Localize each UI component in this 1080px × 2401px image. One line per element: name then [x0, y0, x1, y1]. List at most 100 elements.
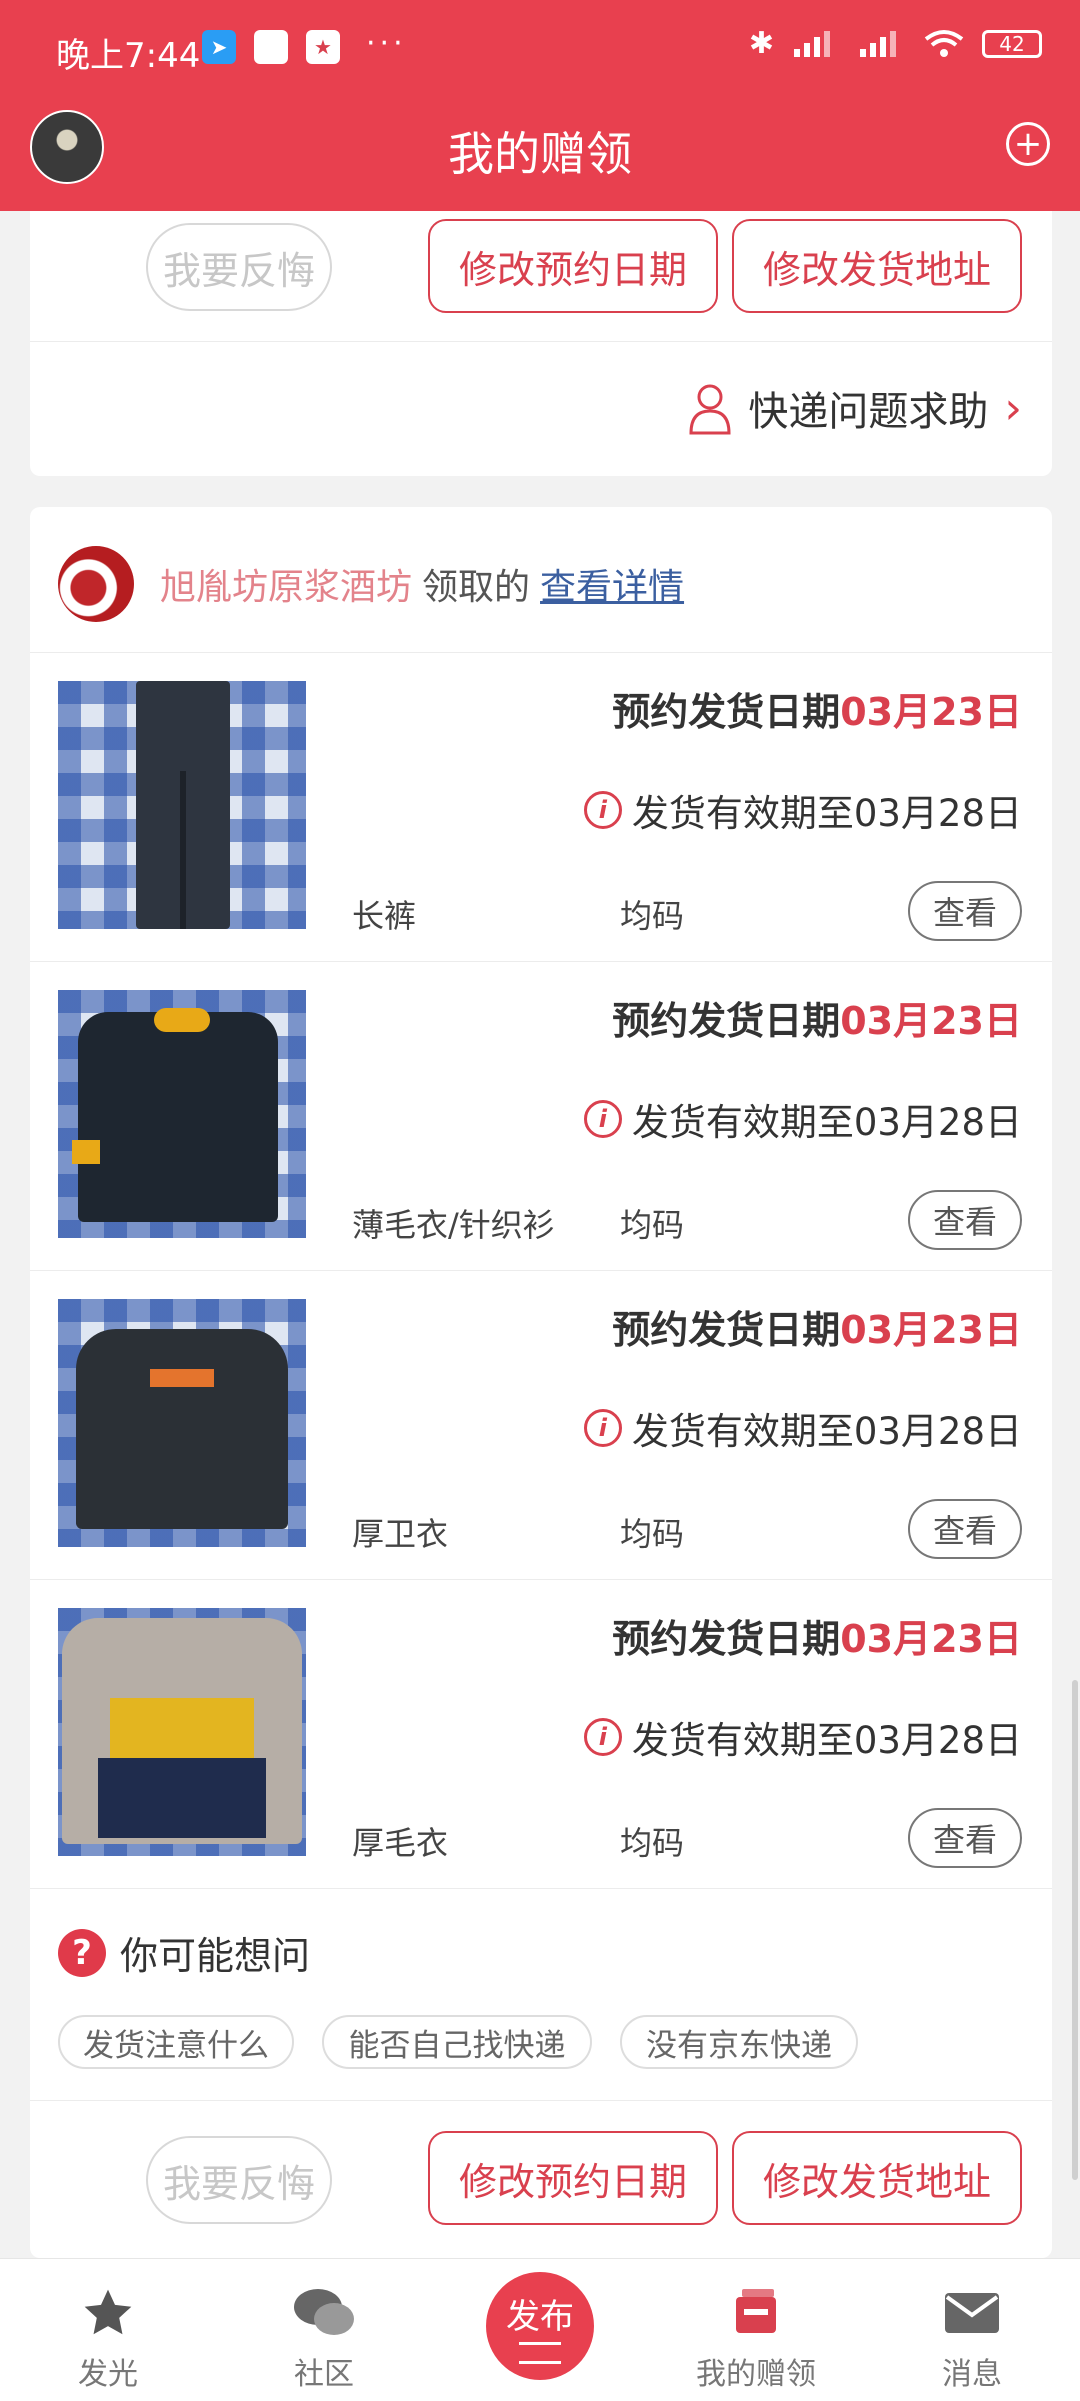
ship-date: 预约发货日期03月23日: [612, 1299, 1022, 1354]
valid-until: i 发货有效期至03月28日: [583, 1401, 1022, 1455]
change-address-button[interactable]: 修改发货地址: [732, 219, 1022, 313]
tab-shine-label: 发光: [78, 2357, 138, 2392]
change-date-button[interactable]: 修改预约日期: [428, 219, 718, 313]
valid-text: 发货有效期至03月28日: [631, 1101, 1022, 1144]
change-address-button[interactable]: 修改发货地址: [732, 2131, 1022, 2225]
ship-date-value: 03月23日: [840, 999, 1022, 1043]
ship-date-label: 预约发货日期: [612, 1308, 841, 1352]
faq-chip[interactable]: 没有京东快递: [620, 2015, 858, 2069]
sender-logo[interactable]: [58, 546, 134, 622]
valid-until: i 发货有效期至03月28日: [583, 1710, 1022, 1764]
item-category: 厚毛衣: [352, 1824, 449, 1862]
bluetooth-icon: ✱: [748, 26, 774, 61]
view-button[interactable]: 查看: [908, 1808, 1022, 1868]
sweater-navy-block: [98, 1758, 266, 1838]
item-category: 厚卫衣: [352, 1515, 449, 1553]
info-icon: i: [583, 791, 622, 829]
ship-date: 预约发货日期03月23日: [612, 990, 1022, 1045]
list-item: 预约发货日期03月23日 i 发货有效期至03月28日 厚毛衣 均码 查看: [30, 1580, 1052, 1888]
item-category: 薄毛衣/针织衫: [352, 1206, 555, 1244]
hoodie-logo: [150, 1369, 214, 1387]
tab-my-gifts-label: 我的赠领: [696, 2357, 816, 2392]
ship-date-value: 03月23日: [840, 1617, 1022, 1661]
divider: [30, 1888, 1052, 1889]
sweater-collar: [154, 1008, 210, 1032]
messenger-app-icon: ➤: [202, 30, 236, 64]
view-button[interactable]: 查看: [908, 1499, 1022, 1559]
tab-community[interactable]: 社区: [244, 2259, 404, 2401]
more-notifications-icon: ···: [366, 26, 407, 61]
question-icon: ?: [58, 1928, 106, 1977]
sweater-image: [78, 1012, 278, 1222]
battery-icon: 42: [982, 29, 1042, 58]
nav-bar: 我的赠领 +: [0, 100, 1080, 211]
valid-text: 发货有效期至03月28日: [631, 1719, 1022, 1762]
view-button[interactable]: 查看: [908, 1190, 1022, 1250]
chat-bubbles-icon: [294, 2289, 354, 2335]
sender-name[interactable]: 旭胤坊原浆酒坊: [160, 558, 412, 610]
page-title: 我的赠领: [448, 127, 632, 181]
valid-until: i 发货有效期至03月28日: [583, 1092, 1022, 1146]
hd-signal-icon: [860, 30, 896, 57]
item-size: 均码: [620, 1206, 685, 1244]
list-item: 预约发货日期03月23日 i 发货有效期至03月28日 薄毛衣/针织衫 均码 查看: [30, 962, 1052, 1270]
list-item: 预约发货日期03月23日 i 发货有效期至03月28日 厚卫衣 均码 查看: [30, 1271, 1052, 1579]
person-icon: [689, 384, 731, 435]
view-button[interactable]: 查看: [908, 881, 1022, 941]
item-size: 均码: [620, 1515, 685, 1553]
valid-text: 发货有效期至03月28日: [631, 1410, 1022, 1453]
publish-button[interactable]: 发布: [486, 2272, 594, 2380]
status-bar: 晚上7:44 ➤ ● ★ ··· ✱ 42: [0, 0, 1080, 100]
change-date-button[interactable]: 修改预约日期: [428, 2131, 718, 2225]
item-category: 长裤: [352, 897, 417, 935]
tab-messages[interactable]: 消息: [892, 2259, 1052, 2401]
item-size: 均码: [620, 1824, 685, 1862]
detail-link[interactable]: 查看详情: [540, 558, 684, 610]
star-app-icon: ★: [306, 30, 340, 64]
item-photo[interactable]: [58, 990, 306, 1238]
status-right: ✱ 42: [749, 26, 1042, 61]
publish-label: 发布: [506, 2296, 574, 2337]
donation-card: 旭胤坊原浆酒坊 领取的 查看详情 预约发货日期03月23日 i 发货有效期至03月…: [30, 507, 1052, 2258]
ship-date-label: 预约发货日期: [612, 690, 841, 734]
gift-box-icon: [736, 2289, 776, 2333]
valid-until: i 发货有效期至03月28日: [583, 783, 1022, 837]
envelope-icon: [945, 2293, 999, 2333]
express-help-label: 快递问题求助: [748, 389, 989, 435]
ship-date-label: 预约发货日期: [612, 999, 841, 1043]
app-header: 晚上7:44 ➤ ● ★ ··· ✱ 42 我的赠领 +: [0, 0, 1080, 211]
wifi-icon: [924, 29, 964, 57]
divider: [30, 341, 1052, 342]
tab-my-gifts[interactable]: 我的赠领: [676, 2259, 836, 2401]
ship-date-label: 预约发货日期: [612, 1617, 841, 1661]
item-photo[interactable]: [58, 681, 306, 929]
item-photo[interactable]: [58, 1299, 306, 1547]
menu-lines-icon: [519, 2341, 561, 2364]
ship-date: 预约发货日期03月23日: [612, 1608, 1022, 1663]
faq-section: ? 你可能想问 发货注意什么 能否自己找快递 没有京东快递: [30, 1925, 1052, 2075]
divider: [30, 2100, 1052, 2101]
express-help-row[interactable]: 快递问题求助 ›: [688, 378, 1022, 438]
add-button[interactable]: +: [1006, 122, 1050, 166]
faq-title-text: 你可能想问: [120, 1934, 311, 1978]
regret-button[interactable]: 我要反悔: [146, 223, 332, 311]
info-icon: i: [583, 1718, 622, 1756]
mini-app-icon: ●: [254, 30, 288, 64]
received-text: 领取的: [422, 567, 531, 608]
item-size: 均码: [620, 897, 685, 935]
info-icon: i: [583, 1409, 622, 1447]
faq-chip[interactable]: 发货注意什么: [58, 2015, 294, 2069]
tab-messages-label: 消息: [942, 2357, 1002, 2392]
info-icon: i: [583, 1100, 622, 1138]
regret-button[interactable]: 我要反悔: [146, 2136, 332, 2224]
star-icon: [84, 2289, 132, 2335]
item-photo[interactable]: [58, 1608, 306, 1856]
faq-title: ? 你可能想问: [58, 1925, 310, 1980]
signal-icon: [794, 30, 830, 57]
sweater-cuff: [72, 1140, 100, 1164]
scrollbar[interactable]: [1072, 1680, 1078, 2180]
tab-shine[interactable]: 发光: [28, 2259, 188, 2401]
sender-row: 旭胤坊原浆酒坊 领取的 查看详情: [58, 546, 684, 622]
faq-chip[interactable]: 能否自己找快递: [322, 2015, 592, 2069]
tab-community-label: 社区: [294, 2357, 354, 2392]
